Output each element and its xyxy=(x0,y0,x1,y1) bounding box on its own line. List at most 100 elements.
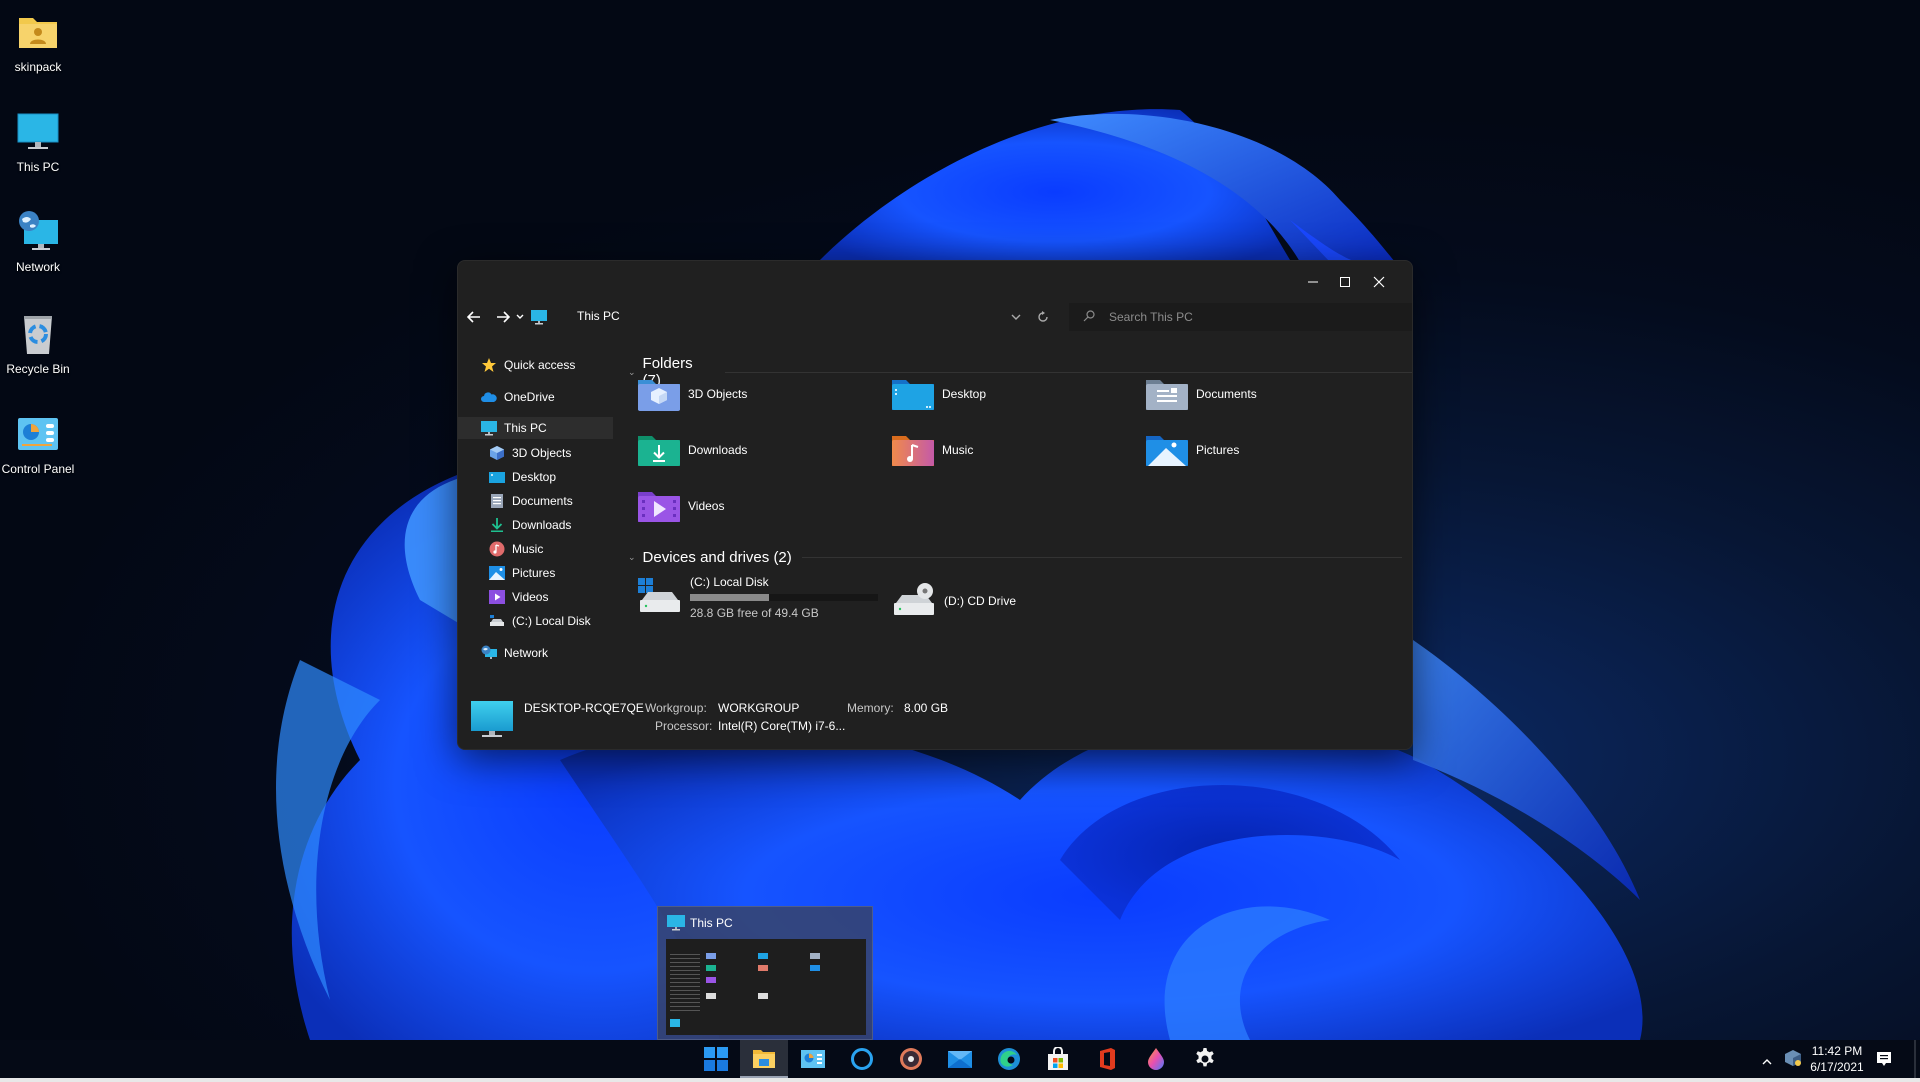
taskbar-settings[interactable] xyxy=(1181,1040,1229,1078)
nav-item-onedrive[interactable]: OneDrive xyxy=(458,386,613,408)
chevron-down-icon xyxy=(516,314,524,319)
search-input[interactable] xyxy=(1109,310,1389,324)
taskbar-cortana[interactable] xyxy=(838,1040,886,1078)
paint-drop-icon xyxy=(1144,1047,1168,1071)
action-center-button[interactable] xyxy=(1862,1040,1906,1078)
address-history-dropdown[interactable] xyxy=(1006,307,1026,327)
desktop-folder-icon xyxy=(892,377,934,411)
search-box[interactable] xyxy=(1069,303,1412,331)
cortana-ring-icon xyxy=(850,1047,874,1071)
nav-item-desktop[interactable]: Desktop xyxy=(458,466,613,488)
taskbar-office[interactable] xyxy=(1083,1040,1131,1078)
desktop-icon-recycle-bin[interactable]: Recycle Bin xyxy=(0,312,76,376)
nav-item-quick-access[interactable]: Quick access xyxy=(458,354,613,376)
desktop-icon-label: Control Panel xyxy=(1,462,75,476)
cd-drive-icon xyxy=(892,581,936,621)
folder-videos[interactable]: Videos xyxy=(638,489,724,523)
desktop-icon-network[interactable]: Network xyxy=(0,210,76,274)
drive-d-cd-drive[interactable]: (D:) CD Drive xyxy=(892,581,1016,621)
minimize-button[interactable] xyxy=(1300,271,1326,293)
nav-item-videos[interactable]: Videos xyxy=(458,586,613,608)
memory-value: 8.00 GB xyxy=(904,701,949,715)
recent-locations-button[interactable] xyxy=(514,307,526,327)
back-button[interactable] xyxy=(464,307,484,327)
address-row: This PC xyxy=(458,301,1412,333)
music-disc-icon xyxy=(899,1047,923,1071)
desktop-icon-label: skinpack xyxy=(14,60,62,74)
taskbar-store[interactable] xyxy=(1034,1040,1082,1078)
drives-group-header[interactable]: ⌄ Devices and drives (2) xyxy=(628,549,1402,566)
desktop-icon-label: Network xyxy=(15,260,60,274)
user-folder-icon xyxy=(16,10,60,54)
taskbar-file-explorer[interactable] xyxy=(740,1040,788,1078)
maximize-button[interactable] xyxy=(1332,271,1358,293)
folder-label: Documents xyxy=(1196,387,1257,401)
office-icon xyxy=(1095,1047,1119,1071)
nav-item-label: (C:) Local Disk xyxy=(512,614,591,628)
desktop-icon-control-panel[interactable]: Control Panel xyxy=(0,412,76,476)
close-button[interactable] xyxy=(1366,271,1392,293)
drive-usage-fill xyxy=(690,594,769,601)
desktop-icon xyxy=(489,469,505,485)
location-icon xyxy=(530,307,548,327)
folder-music[interactable]: Music xyxy=(892,433,973,467)
folder-desktop[interactable]: Desktop xyxy=(892,377,986,411)
nav-item-local-disk[interactable]: (C:) Local Disk xyxy=(458,610,613,632)
nav-item-pictures[interactable]: Pictures xyxy=(458,562,613,584)
taskbar-start-button[interactable] xyxy=(692,1040,740,1078)
folder-3d-objects[interactable]: 3D Objects xyxy=(638,377,747,411)
taskbar: 11:42 PM 6/17/2021 xyxy=(0,1040,1920,1078)
nav-item-music[interactable]: Music xyxy=(458,538,613,560)
network-icon xyxy=(481,645,497,661)
nav-item-documents[interactable]: Documents xyxy=(458,490,613,512)
forward-arrow-icon xyxy=(497,311,510,323)
taskbar-control-panel[interactable] xyxy=(789,1040,837,1078)
taskbar-mail[interactable] xyxy=(936,1040,984,1078)
drive-label: (C:) Local Disk xyxy=(690,575,769,589)
monitor-icon xyxy=(481,420,497,436)
folder-label: 3D Objects xyxy=(688,387,748,401)
desktop-icon-this-pc[interactable]: This PC xyxy=(0,110,76,174)
pictures-folder-icon xyxy=(1146,433,1188,467)
maximize-icon xyxy=(1340,277,1350,287)
nav-item-network[interactable]: Network xyxy=(458,642,613,664)
search-icon xyxy=(1083,309,1099,325)
nav-item-label: Downloads xyxy=(512,518,572,532)
desktop-icon-skinpack[interactable]: skinpack xyxy=(0,10,76,74)
folder-downloads[interactable]: Downloads xyxy=(638,433,747,467)
mail-icon xyxy=(948,1047,972,1071)
download-icon xyxy=(489,517,505,533)
notification-icon xyxy=(1877,1052,1891,1066)
forward-button[interactable] xyxy=(493,307,513,327)
refresh-button[interactable] xyxy=(1033,307,1053,327)
drive-c-local-disk[interactable]: (C:) Local Disk 28.8 GB free of 49.4 GB xyxy=(638,575,878,620)
cloud-icon xyxy=(481,389,497,405)
nav-item-this-pc[interactable]: This PC xyxy=(458,417,613,439)
nav-item-3d-objects[interactable]: 3D Objects xyxy=(458,442,613,464)
memory-label: Memory: xyxy=(847,701,894,715)
nav-item-label: Music xyxy=(512,542,544,556)
tray-virtualbox[interactable] xyxy=(1784,1049,1802,1072)
recycle-bin-icon xyxy=(16,312,60,356)
clock-time: 11:42 PM xyxy=(1811,1044,1863,1058)
nav-item-downloads[interactable]: Downloads xyxy=(458,514,613,536)
taskbar-clock[interactable]: 11:42 PM 6/17/2021 xyxy=(1805,1043,1869,1075)
title-bar[interactable] xyxy=(458,261,1412,301)
taskbar-edge[interactable] xyxy=(985,1040,1033,1078)
folder-pictures[interactable]: Pictures xyxy=(1146,433,1239,467)
desktop-icon-label: This PC xyxy=(16,160,60,174)
chevron-down-icon: ⌄ xyxy=(628,366,636,377)
breadcrumb-this-pc[interactable]: This PC xyxy=(577,309,620,323)
show-hidden-icons-button[interactable] xyxy=(1762,1053,1772,1071)
3d-objects-folder-icon xyxy=(638,377,680,411)
taskbar-groove-music[interactable] xyxy=(887,1040,935,1078)
folder-documents[interactable]: Documents xyxy=(1146,377,1257,411)
taskbar-thumbnail-preview[interactable]: This PC xyxy=(657,906,873,1040)
desktop-icon-label: Recycle Bin xyxy=(6,362,70,376)
taskbar-paint[interactable] xyxy=(1132,1040,1180,1078)
content-pane: ⌄ Folders (7) 3D Objects Desktop Documen… xyxy=(618,347,1412,687)
chevron-up-icon xyxy=(1762,1059,1772,1065)
group-title: Devices and drives (2) xyxy=(642,549,792,566)
nav-item-label: 3D Objects xyxy=(512,446,572,460)
show-desktop-button[interactable] xyxy=(1914,1040,1916,1078)
